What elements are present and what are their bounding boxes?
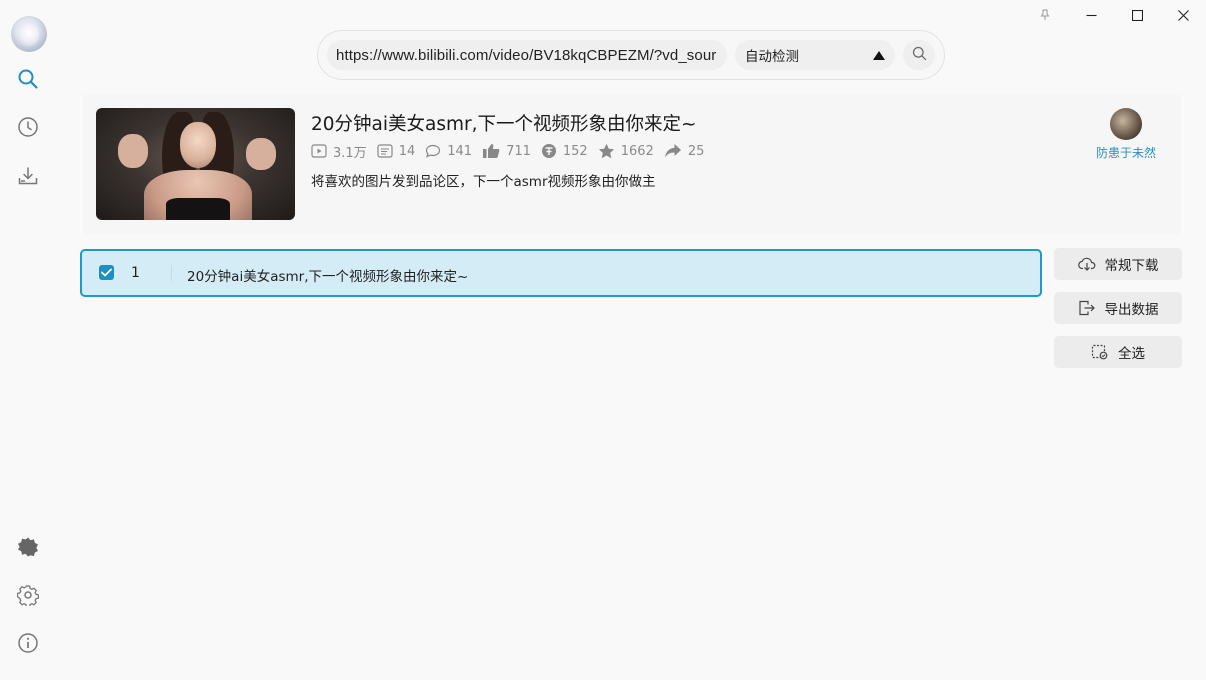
- search-button[interactable]: [903, 40, 935, 70]
- action-panel: 常规下载 导出数据 全选: [1054, 248, 1182, 380]
- stat-favorites: 1662: [598, 143, 654, 159]
- mode-select[interactable]: 自动检测: [735, 40, 895, 70]
- stat-shares-value: 25: [687, 143, 705, 159]
- close-icon: [1177, 9, 1189, 21]
- theme-toggle-icon: [17, 536, 39, 562]
- sidebar-item-history[interactable]: [14, 115, 42, 143]
- stat-danmaku-value: 14: [398, 143, 416, 159]
- danmaku-icon: [377, 144, 393, 158]
- sidebar: [0, 0, 56, 680]
- row-divider: [171, 265, 172, 281]
- sidebar-item-theme[interactable]: [14, 535, 42, 563]
- video-thumbnail[interactable]: [96, 108, 295, 220]
- maximize-icon: [1131, 9, 1143, 21]
- play-icon: [311, 144, 327, 158]
- gear-icon: [16, 584, 40, 610]
- select-all-button[interactable]: 全选: [1054, 336, 1182, 368]
- triangle-up-icon: [873, 51, 885, 60]
- uploader-avatar[interactable]: [1110, 108, 1142, 140]
- checkmark-icon: [101, 268, 112, 277]
- stat-views: 3.1万: [311, 142, 367, 161]
- clock-icon: [17, 116, 39, 142]
- stat-comments-value: 141: [447, 143, 473, 159]
- share-icon: [664, 144, 681, 158]
- sidebar-item-search[interactable]: [14, 67, 42, 95]
- video-stats: 3.1万 14 141 711 152 1662 25: [311, 142, 714, 161]
- select-all-button-label: 全选: [1118, 346, 1145, 362]
- url-input[interactable]: [327, 40, 727, 70]
- video-info-card: 20分钟ai美女asmr,下一个视频形象由你来定~ 3.1万 14 141 71…: [82, 94, 1182, 234]
- sidebar-item-settings[interactable]: [14, 583, 42, 611]
- export-data-button[interactable]: 导出数据: [1054, 292, 1182, 324]
- star-icon: [598, 143, 614, 159]
- sidebar-item-about[interactable]: [14, 631, 42, 659]
- app-avatar[interactable]: [11, 16, 47, 52]
- download-button[interactable]: 常规下载: [1054, 248, 1182, 280]
- minimize-button[interactable]: [1068, 0, 1114, 30]
- stat-coins: 152: [541, 143, 588, 159]
- export-data-button-label: 导出数据: [1104, 302, 1159, 318]
- stat-coins-value: 152: [562, 143, 588, 159]
- row-checkbox[interactable]: [99, 265, 114, 280]
- sidebar-item-downloads[interactable]: [14, 164, 42, 192]
- search-icon: [17, 68, 39, 94]
- maximize-button[interactable]: [1114, 0, 1160, 30]
- minimize-icon: [1086, 10, 1097, 21]
- row-title: 20分钟ai美女asmr,下一个视频形象由你来定~: [187, 269, 469, 285]
- stat-danmaku: 14: [377, 143, 416, 159]
- pin-icon: [1039, 9, 1051, 21]
- stat-comments: 141: [425, 144, 472, 159]
- download-button-label: 常规下载: [1104, 258, 1159, 274]
- window-controls: [1022, 0, 1206, 30]
- info-icon: [17, 632, 39, 658]
- stat-likes-value: 711: [506, 143, 531, 159]
- cloud-download-icon: [1077, 257, 1095, 271]
- row-index: 1: [131, 265, 140, 281]
- export-icon: [1078, 300, 1095, 316]
- pin-button[interactable]: [1022, 0, 1068, 30]
- download-tray-icon: [17, 165, 39, 191]
- video-description: 将喜欢的图片发到品论区，下一个asmr视频形象由你做主: [311, 174, 656, 190]
- coin-icon: [541, 144, 556, 158]
- select-all-icon: [1091, 344, 1108, 360]
- search-bar: 自动检测: [317, 30, 945, 80]
- search-icon: [912, 46, 927, 65]
- stat-views-value: 3.1万: [333, 145, 367, 161]
- stat-favorites-value: 1662: [620, 143, 654, 159]
- mode-select-label: 自动检测: [745, 49, 799, 65]
- close-button[interactable]: [1160, 0, 1206, 30]
- thumbs-up-icon: [483, 144, 500, 158]
- uploader[interactable]: 防患于未然: [1086, 108, 1166, 161]
- stat-shares: 25: [664, 143, 705, 159]
- video-title: 20分钟ai美女asmr,下一个视频形象由你来定~: [311, 114, 697, 135]
- uploader-name[interactable]: 防患于未然: [1086, 144, 1166, 161]
- comment-icon: [426, 144, 441, 158]
- list-item[interactable]: 1 20分钟ai美女asmr,下一个视频形象由你来定~: [80, 249, 1042, 297]
- video-part-list: 1 20分钟ai美女asmr,下一个视频形象由你来定~: [80, 249, 1042, 297]
- stat-likes: 711: [482, 143, 531, 159]
